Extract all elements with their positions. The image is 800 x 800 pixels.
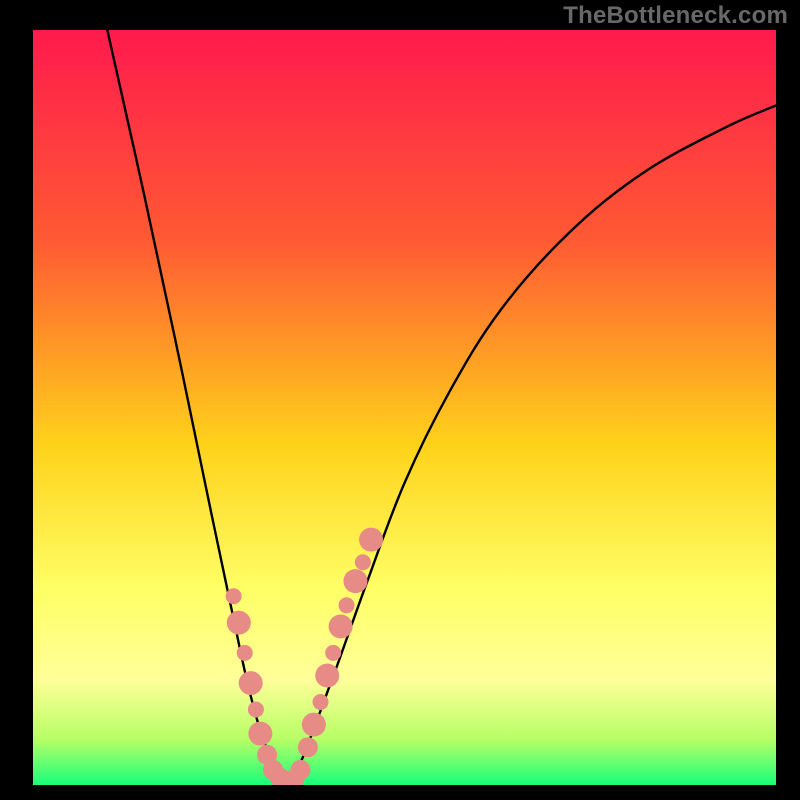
marker-dot <box>329 614 353 638</box>
marker-dot <box>237 645 253 661</box>
marker-dot <box>227 611 251 635</box>
marker-dot <box>248 722 272 746</box>
marker-dot <box>343 569 367 593</box>
marker-dot <box>248 702 264 718</box>
marker-dot <box>302 713 326 737</box>
marker-dot <box>325 645 341 661</box>
chart-container: TheBottleneck.com <box>0 0 800 800</box>
marker-dot <box>290 760 310 780</box>
marker-dot <box>355 554 371 570</box>
marker-dot <box>359 528 383 552</box>
marker-dot <box>226 588 242 604</box>
marker-dot <box>315 664 339 688</box>
plot-background <box>33 30 776 785</box>
marker-dot <box>298 737 318 757</box>
watermark-text: TheBottleneck.com <box>563 2 788 30</box>
marker-dot <box>313 694 329 710</box>
marker-dot <box>339 597 355 613</box>
bottleneck-chart <box>0 0 800 800</box>
marker-dot <box>239 671 263 695</box>
